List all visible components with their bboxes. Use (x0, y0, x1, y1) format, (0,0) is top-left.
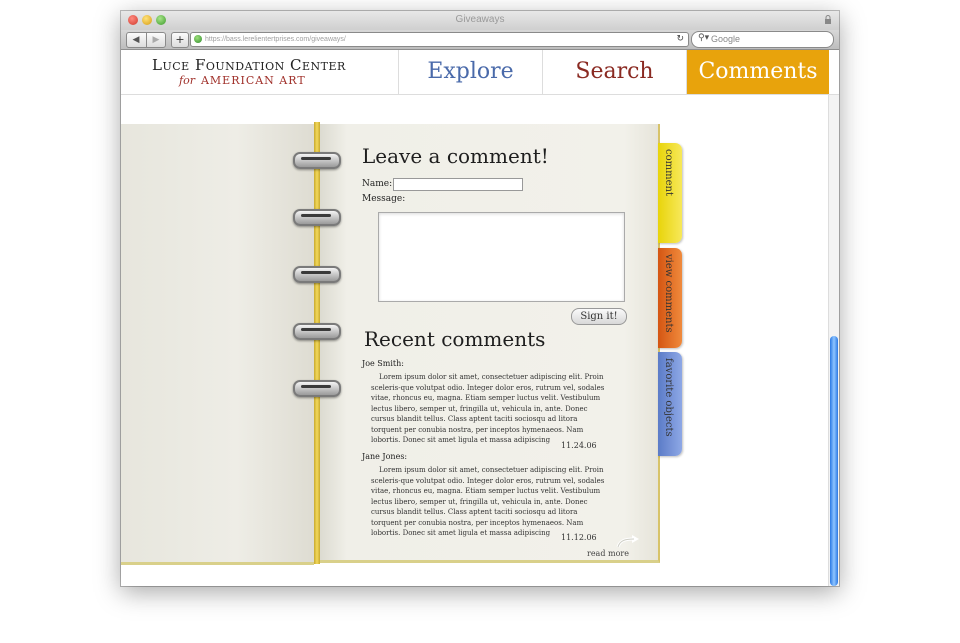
search-icon: ⚲▾ (698, 33, 710, 43)
comment-author: Jane Jones: (362, 452, 408, 461)
nav-search[interactable]: Search (543, 50, 687, 94)
comment-date: 11.12.06 (561, 533, 597, 542)
tab-comment[interactable]: comment (658, 143, 682, 243)
notebook-left-page (121, 124, 314, 565)
binder-ring-icon (293, 152, 341, 169)
comment-author: Joe Smith: (362, 359, 404, 368)
reload-icon[interactable]: ↻ (676, 33, 684, 46)
comment-body: Lorem ipsum dolor sit amet, consectetuer… (371, 373, 605, 444)
logo-sub-text: AMERICAN ART (200, 74, 306, 87)
binder-ring-icon (293, 323, 341, 340)
window-title: Giveaways (455, 14, 505, 25)
search-placeholder[interactable]: Google (711, 32, 740, 47)
binder-ring-icon (293, 209, 341, 226)
logo-for: for (179, 74, 195, 87)
site-header: Luce Foundation Center for AMERICAN ART E… (121, 50, 839, 95)
recent-comments-heading: Recent comments (364, 327, 546, 351)
tab-view-comments[interactable]: view comments (658, 248, 682, 348)
message-field[interactable] (378, 212, 625, 302)
site-globe-icon (194, 35, 202, 43)
notebook: Leave a comment! Name: Message: Sign it!… (121, 122, 682, 565)
browser-window: Giveaways ◀ ▶ + https://bass.lerelienter… (121, 11, 839, 586)
leave-comment-heading: Leave a comment! (362, 144, 549, 168)
comment-date: 11.24.06 (561, 441, 597, 450)
title-bar: Giveaways (121, 11, 839, 31)
curved-arrow-icon[interactable] (616, 534, 642, 548)
tab-comment-label: comment (663, 149, 674, 196)
sign-it-button[interactable]: Sign it! (571, 308, 627, 325)
nav-buttons: ◀ ▶ (126, 32, 166, 48)
name-label: Name: (362, 179, 393, 189)
tab-favorite-objects-label: favorite objects (663, 358, 674, 437)
lock-icon (825, 15, 831, 24)
tab-favorite-objects[interactable]: favorite objects (658, 352, 682, 456)
logo-title: Luce Foundation Center (152, 56, 346, 74)
tab-view-comments-label: view comments (663, 254, 674, 333)
url-text[interactable]: https://bass.lerelientertprises.com/give… (205, 33, 346, 46)
scrollbar-thumb[interactable] (830, 336, 838, 586)
address-bar[interactable]: https://bass.lerelientertprises.com/give… (190, 32, 689, 47)
forward-button[interactable]: ▶ (147, 34, 165, 46)
binder-ring-icon (293, 380, 341, 397)
comment-body: Lorem ipsum dolor sit amet, consectetuer… (371, 466, 605, 537)
search-field[interactable]: ⚲▾ Google (691, 31, 834, 48)
browser-toolbar: ◀ ▶ + https://bass.lerelientertprises.co… (121, 30, 839, 50)
scrollbar[interactable] (828, 95, 839, 586)
nav-explore[interactable]: Explore (399, 50, 543, 94)
logo-subtitle: for AMERICAN ART (179, 74, 306, 87)
site-logo[interactable]: Luce Foundation Center for AMERICAN ART (121, 50, 399, 94)
add-bookmark-button[interactable]: + (171, 32, 189, 48)
back-button[interactable]: ◀ (127, 34, 145, 46)
binder-ring-icon (293, 266, 341, 283)
name-field[interactable] (393, 178, 523, 191)
read-more-link[interactable]: read more (587, 549, 629, 558)
nav-comments[interactable]: Comments (687, 50, 829, 94)
message-label: Message: (362, 194, 406, 204)
